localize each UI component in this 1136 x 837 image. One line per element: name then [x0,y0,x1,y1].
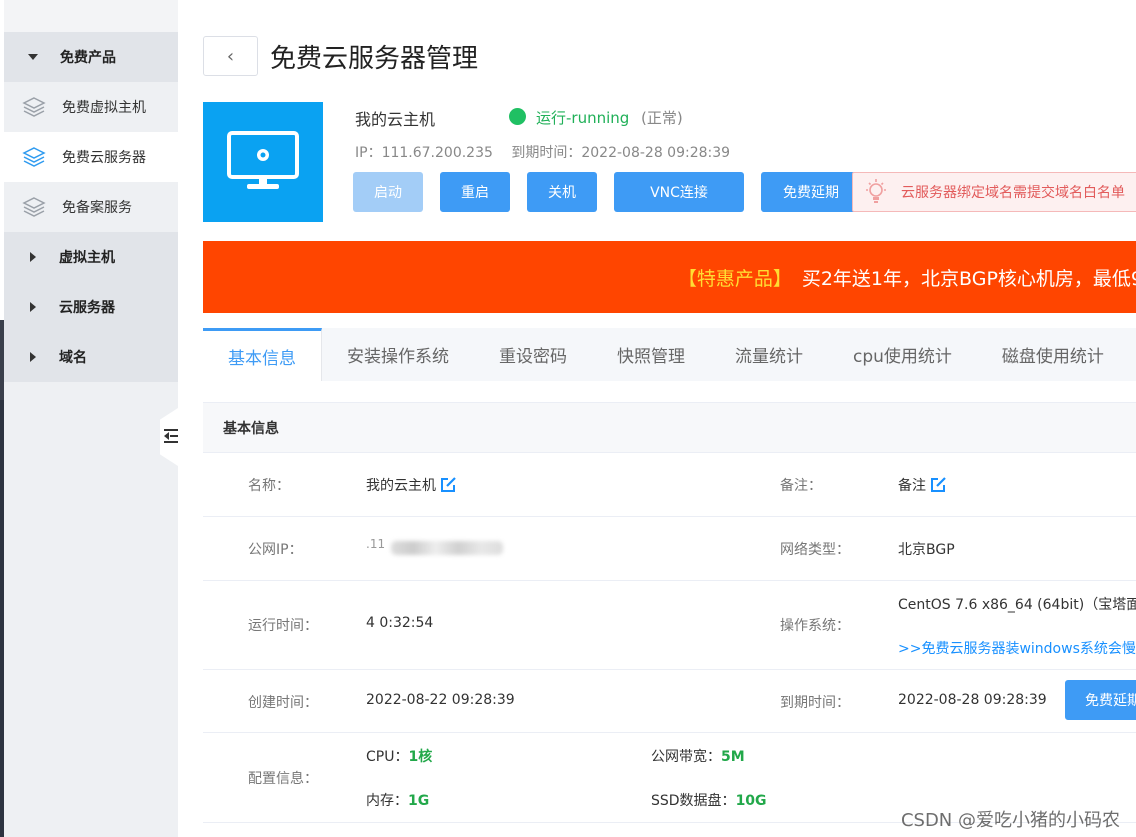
caret-right-icon [30,252,36,262]
expire-time-value: 2022-08-28 09:28:39 [898,692,1047,708]
tab-reset-password[interactable]: 重设密码 [474,328,592,381]
server-name: 我的云主机 [355,110,436,129]
restart-button[interactable]: 重启 [440,172,510,212]
sidebar-item-free-virtual-host[interactable]: 免费虚拟主机 [4,82,178,132]
cpu-spec: CPU：1核 [366,746,432,766]
config-label: 配置信息： [248,771,318,787]
remark-value: 备注 [898,475,947,495]
layers-icon [22,197,46,217]
cpu-value: 1核 [408,749,433,765]
created-time-value: 2022-08-22 09:28:39 [366,692,515,708]
page-title: 免费云服务器管理 [270,44,479,74]
public-ip-label: 公网IP： [248,542,303,558]
server-ip: IP：111.67.200.235 [355,145,493,161]
menu-head-virtual-host[interactable]: 虚拟主机 [4,232,178,282]
caret-right-icon [30,352,36,362]
status-indicator-dot [509,108,526,125]
created-time-label: 创建时间： [248,695,318,711]
free-extend-button[interactable]: 免费延期 [761,172,861,212]
start-button[interactable]: 启动 [353,172,423,212]
bandwidth-spec: 公网带宽：5M [651,746,745,766]
memory-spec: 内存：1G [366,790,429,810]
section-title: 基本信息 [203,402,1136,453]
menu-head-label: 云服务器 [59,300,115,316]
disk-label: SSD数据盘： [651,793,736,809]
disk-spec: SSD数据盘：10G [651,790,767,810]
menu-head-label: 免费产品 [60,50,116,66]
vnc-connect-button[interactable]: VNC连接 [614,172,744,212]
lightbulb-icon [866,179,886,203]
bandwidth-value: 5M [721,749,745,765]
bandwidth-label: 公网带宽： [651,749,721,765]
server-status-note: (正常) [641,109,683,127]
back-button[interactable]: ‹ [203,36,258,76]
uptime-label: 运行时间： [248,618,318,634]
memory-label: 内存： [366,793,408,809]
menu-head-cloud-server[interactable]: 云服务器 [4,282,178,332]
windows-os-link[interactable]: >>免费云服务器装windows系统会慢 [898,638,1136,658]
sidebar-item-label: 免备案服务 [62,200,132,216]
disk-value: 10G [735,793,767,809]
remark-label: 备注： [780,478,822,494]
main-content: ‹ 免费云服务器管理 我的云主机 运行-running (正常) IP：111.… [178,0,1136,837]
tab-disk-stats[interactable]: 磁盘使用统计 [977,328,1129,381]
menu-head-label: 虚拟主机 [59,250,115,266]
collapse-sidebar-icon[interactable] [162,426,178,446]
sidebar: 免费产品 免费虚拟主机 免费云服务器 免备案服务 虚拟主机 云服务器 域名 [4,0,178,837]
sidebar-item-no-filing-service[interactable]: 免备案服务 [4,182,178,232]
menu-head-label: 域名 [59,350,87,366]
sidebar-item-free-cloud-server[interactable]: 免费云服务器 [4,132,178,182]
server-ip-expire: IP：111.67.200.235 到期时间：2022-08-28 09:28:… [355,142,744,162]
host-name-value: 我的云主机 [366,478,436,494]
network-type-label: 网络类型： [780,542,850,558]
name-value: 我的云主机 [366,475,457,495]
server-monitor-icon [203,102,323,222]
extend-button[interactable]: 免费延期 [1065,680,1136,720]
sidebar-top-gap [4,0,178,32]
info-row-uptime: 运行时间： 4 0:32:54 操作系统： CentOS 7.6 x86_64 … [203,581,1136,670]
caret-down-icon [28,54,38,60]
domain-whitelist-notice: 云服务器绑定域名需提交域名白名单 [852,172,1136,212]
chevron-left-icon: ‹ [226,45,235,67]
sidebar-item-label: 免费云服务器 [62,150,146,166]
notice-text: 云服务器绑定域名需提交域名白名单 [901,185,1125,201]
tab-basic-info[interactable]: 基本信息 [203,328,322,381]
promo-highlight: 【特惠产品】 [677,267,792,290]
action-button-row: 启动 重启 关机 VNC连接 免费延期 [353,172,861,212]
menu-head-domain[interactable]: 域名 [4,332,178,382]
expire-time-label: 到期时间： [780,695,850,711]
server-status: 运行-running [536,109,630,127]
cpu-label: CPU： [366,749,409,765]
layers-icon [22,97,46,117]
edit-name-icon[interactable] [440,476,457,493]
tab-install-os[interactable]: 安装操作系统 [322,328,474,381]
os-value: CentOS 7.6 x86_64 (64bit)（宝塔面 [898,597,1136,613]
menu-head-free-products[interactable]: 免费产品 [4,32,178,82]
promo-text: 买2年送1年，北京BGP核心机房，最低9 [801,267,1136,290]
edit-remark-icon[interactable] [930,476,947,493]
server-expire: 到期时间：2022-08-28 09:28:39 [511,145,731,161]
os-label: 操作系统： [780,618,850,634]
shutdown-button[interactable]: 关机 [527,172,597,212]
remark-text: 备注 [898,478,926,494]
redacted-ip-blur [391,541,503,555]
info-row-ip: 公网IP： .11 网络类型： 北京BGP [203,517,1136,581]
info-row-name: 名称： 我的云主机 备注： 备注 [203,453,1136,517]
public-ip-value: .11 [366,537,386,551]
info-row-created: 创建时间： 2022-08-22 09:28:39 到期时间： 2022-08-… [203,670,1136,733]
uptime-value: 4 0:32:54 [366,615,434,631]
tab-traffic-stats[interactable]: 流量统计 [710,328,828,381]
tab-bar: 基本信息 安装操作系统 重设密码 快照管理 流量统计 cpu使用统计 磁盘使用统… [203,328,1136,381]
tab-cpu-stats[interactable]: cpu使用统计 [828,328,977,381]
csdn-watermark: CSDN @爱吃小猪的小码农 [900,810,1120,831]
layers-icon [22,147,46,167]
tab-snapshot[interactable]: 快照管理 [592,328,710,381]
caret-right-icon [30,302,36,312]
menu-group-free-products: 免费产品 [4,32,178,82]
sidebar-item-label: 免费虚拟主机 [62,100,146,116]
name-label: 名称： [248,478,290,494]
memory-value: 1G [408,793,430,809]
network-type-value: 北京BGP [898,542,955,558]
promo-banner[interactable]: 【特惠产品】 买2年送1年，北京BGP核心机房，最低9 [203,241,1136,313]
